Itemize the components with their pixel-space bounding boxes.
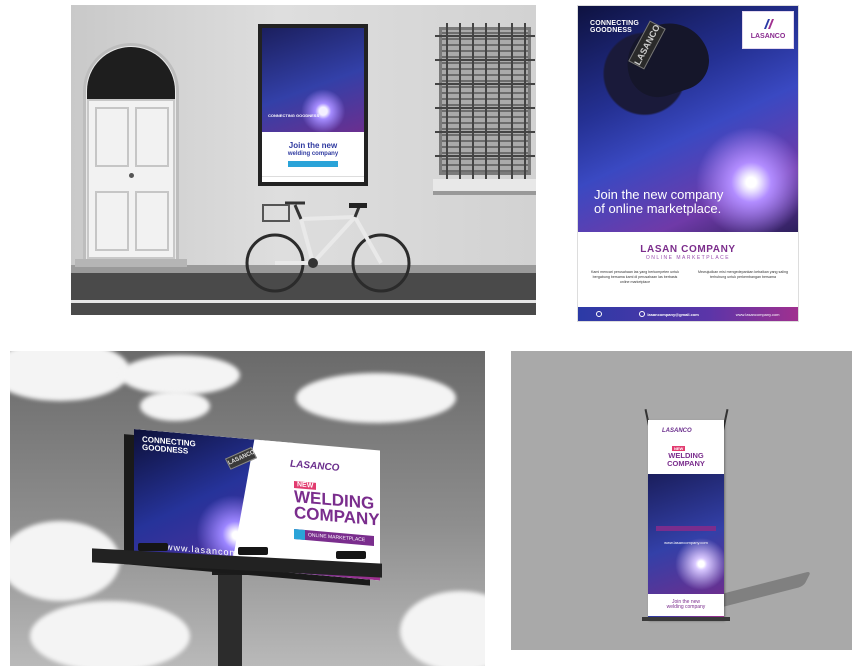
mini-poster: CONNECTING GOODNESS Join the new welding… [262, 28, 364, 182]
xbanner-search-bar [656, 526, 716, 531]
lasanco-logo-icon [764, 19, 774, 29]
cloud [140, 391, 210, 421]
poster-headline-line1: Join the new company [594, 187, 724, 202]
door-panel [95, 107, 129, 167]
cloud [120, 355, 240, 395]
poster-tagline: CONNECTING GOODNESS [590, 20, 639, 35]
window-sill [433, 179, 536, 195]
road-line [71, 300, 536, 303]
footer-email: lasancompany@gmail.com [639, 311, 699, 317]
mail-icon [639, 311, 646, 317]
poster-tagline-line2: GOODNESS [590, 27, 633, 35]
billboard-logo: LASANCO [290, 458, 340, 474]
cloud [296, 373, 456, 423]
bicycle-icon [245, 201, 411, 293]
xbanner-join-line2: welding company [666, 604, 706, 611]
billboard-search-bar: ONLINE MARKETPLACE [294, 528, 374, 546]
xbanner-mockup: LASANCO NEW WELDING COMPANY www.lasancom… [511, 351, 852, 650]
footer-email-text: lasancompany@gmail.com [647, 311, 699, 317]
xbanner-url: www.lasancompany.com [664, 540, 708, 545]
spotlight [336, 551, 366, 559]
spotlight [138, 543, 168, 551]
door-step [75, 259, 187, 267]
cloud [10, 351, 130, 401]
xbanner-join-text: Join the new welding company [648, 599, 724, 611]
poster-headline-line2: of online marketplace. [594, 201, 722, 217]
billboard-mockup: CONNECTING GOODNESS LASANCO www.lasancom… [10, 351, 485, 666]
wall-poster-mockup: CONNECTING GOODNESS Join the new welding… [71, 5, 536, 315]
cloud [30, 601, 190, 666]
poster-footer: lasancompany@gmail.com www.lasancompany.… [578, 307, 798, 321]
billboard-headline-line2: COMPANY [294, 503, 380, 530]
billboard-pole [218, 569, 242, 666]
poster-copy-right: Mewujudkan misi mengedepankan kebaikan y… [698, 270, 788, 279]
window-grille [435, 23, 535, 179]
mini-poster-tagline: CONNECTING GOODNESS [268, 113, 320, 118]
xbanner-headline: WELDING COMPANY [648, 452, 724, 467]
billboard-headline: WELDING COMPANY [294, 487, 380, 530]
poster-logo: LASANCO [742, 11, 794, 49]
poster-copy-left: Kami mencari perusahaan las yang berkomp… [590, 270, 680, 284]
door-panel [95, 191, 129, 251]
door-panel [135, 191, 169, 251]
xbanner-photo [648, 474, 724, 594]
door-panel [135, 107, 169, 167]
poster-logo-text: LASANCO [750, 33, 786, 40]
footer-phone [596, 311, 603, 317]
poster-tagline-line1: CONNECTING [590, 20, 640, 27]
spotlight [238, 547, 268, 555]
whatsapp-icon [596, 311, 603, 317]
footer-web: www.lasancompany.com [735, 311, 780, 317]
door-knob [129, 173, 134, 178]
door [87, 99, 175, 259]
cloud [400, 591, 485, 666]
poster-design: LASANCO CONNECTING GOODNESS LASANCO Join… [577, 5, 799, 322]
mini-poster-subhead: welding company [287, 151, 339, 157]
company-subtitle: ONLINE MARKETPLACE [645, 255, 731, 261]
mini-poster-footer [262, 176, 364, 182]
poster-headline: Join the new company of online marketpla… [594, 187, 784, 217]
xbanner-base [642, 617, 730, 621]
mini-poster-headline: Join the new [288, 141, 338, 150]
company-name: LASAN COMPANY [640, 244, 736, 255]
xbanner-headline-line2: COMPANY [667, 458, 705, 468]
xbanner: LASANCO NEW WELDING COMPANY www.lasancom… [648, 420, 724, 620]
poster-frame: CONNECTING GOODNESS Join the new welding… [258, 24, 368, 186]
xbanner-logo: LASANCO [662, 428, 692, 434]
mini-poster-search-bar [288, 161, 338, 167]
